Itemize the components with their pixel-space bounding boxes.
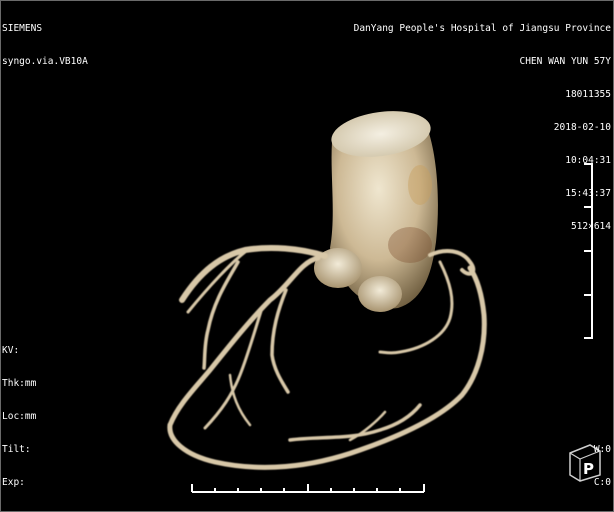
window-width: W:0 (593, 444, 611, 455)
overlay-top-right: DanYang People's Hospital of Jiangsu Pro… (354, 1, 611, 254)
software-version: syngo.via.VB10A (2, 56, 88, 67)
location-label: Loc:mm (2, 411, 37, 422)
overlay-top-left: SIEMENS syngo.via.VB10A (2, 1, 88, 89)
acquisition-time: 15:43:37 (565, 188, 611, 199)
thickness-label: Thk:mm (2, 378, 37, 389)
kv-label: KV: (2, 345, 20, 356)
window-center: C:0 (593, 477, 611, 488)
tilt-label: Tilt: (2, 444, 31, 455)
study-date: 2018-02-10 (553, 122, 611, 133)
horizontal-scale-bar (191, 484, 425, 493)
study-time: 10:04:31 (565, 155, 611, 166)
exposure-label: Exp: (2, 477, 25, 488)
overlay-bottom-right: W:0 C:0 (588, 422, 611, 510)
institution-name: DanYang People's Hospital of Jiangsu Pro… (353, 23, 611, 34)
image-viewport[interactable]: P SIEMENS syngo.via.VB10A DanYang People… (0, 0, 614, 512)
patient-id: 18011355 (565, 89, 611, 100)
vendor-label: SIEMENS (2, 23, 43, 34)
patient-name-age: CHEN WAN YUN 57Y (519, 56, 611, 67)
matrix-size: 512×614 (570, 221, 611, 232)
overlay-bottom-left: KV: Thk:mm Loc:mm Tilt: Exp: (2, 323, 36, 510)
